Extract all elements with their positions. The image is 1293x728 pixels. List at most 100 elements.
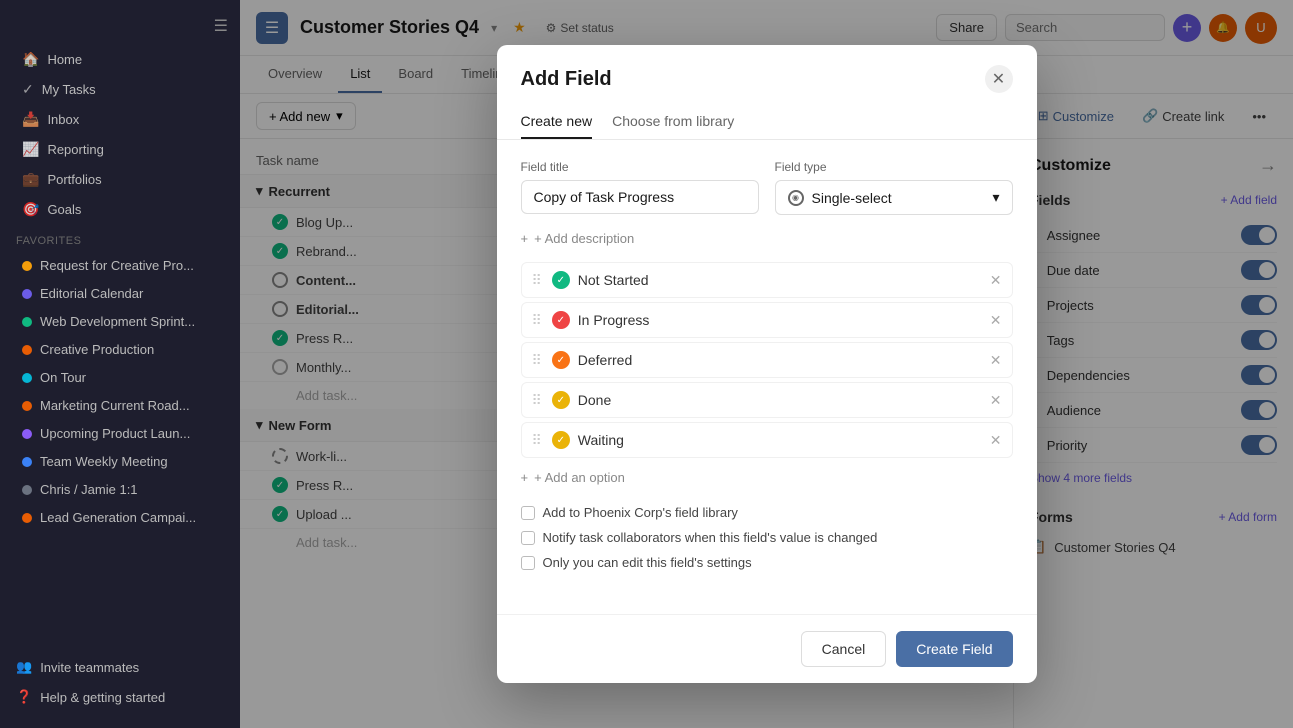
modal-tabs: Create new Choose from library (497, 93, 1037, 140)
tab-create-new[interactable]: Create new (521, 105, 593, 139)
sidebar-nav: 🏠Home✓My Tasks📥Inbox📈Reporting💼Portfolio… (0, 44, 240, 225)
sidebar-item-label: Editorial Calendar (40, 286, 143, 301)
drag-handle-icon[interactable]: ⠿ (532, 392, 542, 409)
sidebar-item-chris-jamie[interactable]: Chris / Jamie 1:1 (6, 476, 234, 503)
remove-option-icon[interactable]: ✕ (990, 392, 1002, 409)
checkbox-cb3[interactable]: Only you can edit this field's settings (521, 555, 1013, 570)
sidebar-item-my-tasks[interactable]: ✓My Tasks (6, 75, 234, 104)
checkbox-input[interactable] (521, 531, 535, 545)
options-list: ⠿ ✓ Not Started ✕ ⠿ ✓ In Progress ✕ ⠿ ✓ … (521, 262, 1013, 458)
remove-option-icon[interactable]: ✕ (990, 312, 1002, 329)
plus-icon: + (521, 470, 529, 485)
sidebar-item-reporting[interactable]: 📈Reporting (6, 135, 234, 164)
drag-handle-icon[interactable]: ⠿ (532, 352, 542, 369)
sidebar-item-label: Inbox (47, 112, 79, 127)
sidebar-item-goals[interactable]: 🎯Goals (6, 195, 234, 224)
hamburger-icon[interactable]: ☰ (214, 16, 228, 36)
drag-handle-icon[interactable]: ⠿ (532, 432, 542, 449)
cancel-button[interactable]: Cancel (801, 631, 887, 667)
option-name: Waiting (578, 432, 982, 448)
sidebar-item-label: Upcoming Product Laun... (40, 426, 190, 441)
option-color-dot: ✓ (552, 351, 570, 369)
checkbox-input[interactable] (521, 556, 535, 570)
sidebar-item-label: On Tour (40, 370, 86, 385)
sidebar-bottom: 👥Invite teammates❓Help & getting started (0, 644, 240, 720)
dot-icon (22, 261, 32, 271)
sidebar-item-on-tour[interactable]: On Tour (6, 364, 234, 391)
field-type-group: Field type ◉ Single-select ▾ (775, 160, 1013, 215)
modal-overlay: Add Field ✕ Create new Choose from libra… (240, 0, 1293, 728)
my-tasks-icon: ✓ (22, 81, 34, 98)
field-title-group: Field title (521, 160, 759, 215)
field-form-row: Field title Field type ◉ Single-select (521, 160, 1013, 215)
create-field-button[interactable]: Create Field (896, 631, 1012, 667)
reporting-icon: 📈 (22, 141, 39, 158)
add-option-button[interactable]: + + Add an option (521, 470, 1013, 485)
dot-icon (22, 485, 32, 495)
sidebar-item-upcoming-prod[interactable]: Upcoming Product Laun... (6, 420, 234, 447)
sidebar-item-label: Lead Generation Campai... (40, 510, 196, 525)
option-row-in-progress[interactable]: ⠿ ✓ In Progress ✕ (521, 302, 1013, 338)
remove-option-icon[interactable]: ✕ (990, 432, 1002, 449)
field-title-input[interactable] (521, 180, 759, 214)
option-row-deferred[interactable]: ⠿ ✓ Deferred ✕ (521, 342, 1013, 378)
field-type-select[interactable]: ◉ Single-select ▾ (775, 180, 1013, 215)
sidebar-item-label: Marketing Current Road... (40, 398, 190, 413)
checkbox-label: Add to Phoenix Corp's field library (543, 505, 738, 520)
sidebar-item-lead-gen[interactable]: Lead Generation Campai... (6, 504, 234, 531)
modal-footer: Cancel Create Field (497, 614, 1037, 683)
sidebar-item-inbox[interactable]: 📥Inbox (6, 105, 234, 134)
dot-icon (22, 429, 32, 439)
sidebar-item-home[interactable]: 🏠Home (6, 45, 234, 74)
sidebar: ☰ 🏠Home✓My Tasks📥Inbox📈Reporting💼Portfol… (0, 0, 240, 728)
help-icon: ❓ (16, 689, 32, 705)
option-color-dot: ✓ (552, 391, 570, 409)
sidebar-favorites: Request for Creative Pro... Editorial Cal… (0, 251, 240, 532)
remove-option-icon[interactable]: ✕ (990, 352, 1002, 369)
sidebar-item-editorial-cal[interactable]: Editorial Calendar (6, 280, 234, 307)
sidebar-item-team-weekly[interactable]: Team Weekly Meeting (6, 448, 234, 475)
sidebar-bottom-help[interactable]: ❓Help & getting started (0, 682, 240, 712)
option-row-not-started[interactable]: ⠿ ✓ Not Started ✕ (521, 262, 1013, 298)
favorites-label: Favorites (0, 225, 240, 251)
sidebar-item-label: Web Development Sprint... (40, 314, 195, 329)
option-name: Deferred (578, 352, 982, 368)
modal-header: Add Field ✕ (497, 45, 1037, 93)
drag-handle-icon[interactable]: ⠿ (532, 272, 542, 289)
option-color-dot: ✓ (552, 311, 570, 329)
field-type-label: Field type (775, 160, 1013, 174)
single-select-icon: ◉ (788, 190, 804, 206)
sidebar-item-label: Goals (47, 202, 81, 217)
sidebar-item-req-creative[interactable]: Request for Creative Pro... (6, 252, 234, 279)
checkbox-label: Only you can edit this field's settings (543, 555, 752, 570)
sidebar-item-creative-prod[interactable]: Creative Production (6, 336, 234, 363)
option-row-waiting[interactable]: ⠿ ✓ Waiting ✕ (521, 422, 1013, 458)
dot-icon (22, 401, 32, 411)
sidebar-item-portfolios[interactable]: 💼Portfolios (6, 165, 234, 194)
plus-icon: + (521, 231, 529, 246)
option-color-dot: ✓ (552, 271, 570, 289)
sidebar-item-label: Creative Production (40, 342, 154, 357)
option-row-done[interactable]: ⠿ ✓ Done ✕ (521, 382, 1013, 418)
checkbox-input[interactable] (521, 506, 535, 520)
sidebar-item-web-dev[interactable]: Web Development Sprint... (6, 308, 234, 335)
main-content: ☰ Customer Stories Q4 ▾ ★ ⚙ Set status S… (240, 0, 1293, 728)
dot-icon (22, 373, 32, 383)
checkbox-cb2[interactable]: Notify task collaborators when this fiel… (521, 530, 1013, 545)
chevron-down-icon: ▾ (992, 189, 999, 206)
sidebar-item-label: Invite teammates (40, 660, 139, 675)
sidebar-bottom-invite[interactable]: 👥Invite teammates (0, 652, 240, 682)
field-type-value: Single-select (812, 190, 892, 206)
tab-library[interactable]: Choose from library (612, 105, 734, 139)
remove-option-icon[interactable]: ✕ (990, 272, 1002, 289)
add-description-button[interactable]: + + Add description (521, 231, 1013, 246)
sidebar-item-marketing[interactable]: Marketing Current Road... (6, 392, 234, 419)
dot-icon (22, 457, 32, 467)
drag-handle-icon[interactable]: ⠿ (532, 312, 542, 329)
checkbox-label: Notify task collaborators when this fiel… (543, 530, 878, 545)
close-icon[interactable]: ✕ (985, 65, 1013, 93)
dot-icon (22, 513, 32, 523)
checkbox-cb1[interactable]: Add to Phoenix Corp's field library (521, 505, 1013, 520)
sidebar-top: ☰ (0, 8, 240, 44)
sidebar-item-label: Team Weekly Meeting (40, 454, 168, 469)
